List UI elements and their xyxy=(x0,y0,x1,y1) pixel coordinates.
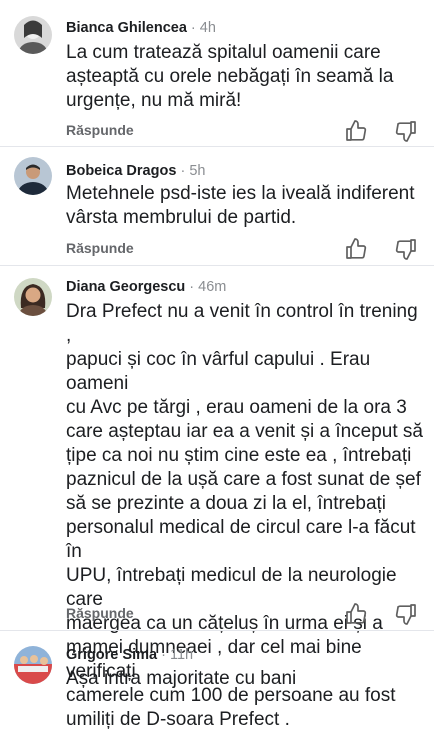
meta-separator: · xyxy=(161,647,166,663)
thumbs-up-icon xyxy=(346,238,367,259)
comment-meta: Bianca Ghilencea · 4h xyxy=(66,19,216,37)
avatar[interactable] xyxy=(14,278,52,316)
like-button[interactable] xyxy=(344,119,368,143)
comment-text: Așa intra majoritate cu bani xyxy=(66,668,297,689)
thumbs-down-icon xyxy=(395,121,416,142)
author-name[interactable]: Bobeica Dragos xyxy=(66,163,176,179)
user-photo-avatar-icon xyxy=(14,157,52,195)
comment-text: La cum tratează spitalul oamenii care aș… xyxy=(66,42,394,111)
author-name[interactable]: Diana Georgescu xyxy=(66,279,185,295)
avatar[interactable] xyxy=(14,646,52,684)
dislike-button[interactable] xyxy=(394,602,418,626)
user-photo-avatar-icon xyxy=(14,278,52,316)
comment-time[interactable]: 46m xyxy=(198,279,226,295)
thumbs-down-icon xyxy=(395,604,416,625)
comment-meta: Diana Georgescu · 46m xyxy=(66,278,226,296)
comment-meta: Grigore Sima · 11h xyxy=(66,646,193,664)
reply-button[interactable]: Răspunde xyxy=(66,240,134,256)
comment-meta: Bobeica Dragos · 5h xyxy=(66,162,205,180)
divider xyxy=(0,265,434,266)
reply-button[interactable]: Răspunde xyxy=(66,122,134,138)
meta-separator: · xyxy=(180,163,186,179)
author-name[interactable]: Grigore Sima xyxy=(66,647,157,663)
comment-time[interactable]: 4h xyxy=(200,20,216,36)
reply-button[interactable]: Răspunde xyxy=(66,605,134,621)
dislike-button[interactable] xyxy=(394,119,418,143)
thumbs-up-icon xyxy=(346,603,367,624)
user-photo-avatar-icon xyxy=(14,646,52,684)
dislike-button[interactable] xyxy=(394,237,418,261)
thumbs-up-icon xyxy=(346,120,367,141)
comment-time[interactable]: 5h xyxy=(189,163,205,179)
divider xyxy=(0,146,434,147)
thumbs-down-icon xyxy=(395,239,416,260)
meta-separator: · xyxy=(189,279,195,295)
comment-time[interactable]: 11h xyxy=(170,647,193,663)
user-photo-avatar-icon xyxy=(14,16,52,54)
comment-text: Metehnele psd-iste ies la iveală indifer… xyxy=(66,183,415,228)
like-button[interactable] xyxy=(344,237,368,261)
avatar[interactable] xyxy=(14,157,52,195)
divider xyxy=(0,630,434,631)
avatar[interactable] xyxy=(14,16,52,54)
author-name[interactable]: Bianca Ghilencea xyxy=(66,20,187,36)
meta-separator: · xyxy=(190,20,196,36)
like-button[interactable] xyxy=(344,602,368,626)
